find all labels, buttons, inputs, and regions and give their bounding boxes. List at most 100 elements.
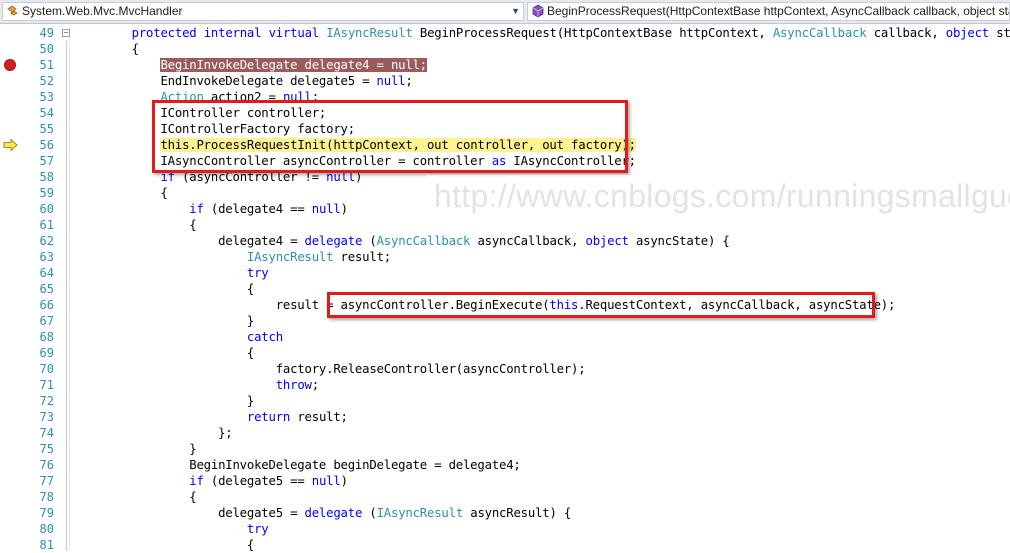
code-line[interactable]: 74 }; (0, 425, 1010, 441)
code-text: BeginInvokeDelegate delegate4 = null; (74, 57, 427, 73)
keyword-token: return (246, 410, 291, 424)
code-line[interactable]: 68 catch (0, 329, 1010, 345)
code-token: }; (74, 426, 233, 440)
keyword-token: null (376, 74, 406, 88)
code-line[interactable]: 50 { (0, 41, 1010, 57)
code-token: { (74, 218, 197, 232)
code-line[interactable]: 61 { (0, 217, 1010, 233)
code-line[interactable]: 51 BeginInvokeDelegate delegate4 = null; (0, 57, 1010, 73)
code-token: } (74, 394, 255, 408)
keyword-token: object (945, 26, 989, 40)
code-line[interactable]: 52 EndInvokeDelegate delegate5 = null; (0, 73, 1010, 89)
code-token: result; (333, 250, 392, 264)
line-number: 75 (39, 442, 54, 456)
line-number: 76 (39, 458, 54, 472)
code-line[interactable]: 79 delegate5 = delegate (IAsyncResult as… (0, 505, 1010, 521)
keyword-token: delegate (304, 234, 363, 248)
code-token: } (74, 314, 255, 328)
code-line[interactable]: 63 IAsyncResult result; (0, 249, 1010, 265)
line-number: 71 (39, 378, 54, 392)
class-dropdown[interactable]: System.Web.Mvc.MvcHandler ▼ (2, 2, 524, 21)
chevron-down-icon[interactable]: ▼ (511, 3, 520, 20)
code-token: (delegate5 == (203, 474, 312, 488)
keyword-token: virtual (268, 26, 320, 40)
line-number: 49 (39, 26, 54, 40)
code-text: delegate4 = delegate (AsyncCallback asyn… (74, 233, 730, 249)
line-number: 70 (39, 362, 54, 376)
code-line[interactable]: 49− protected internal virtual IAsyncRes… (0, 25, 1010, 41)
code-token: } (74, 442, 197, 456)
code-token: ; (311, 378, 319, 392)
code-line[interactable]: 62 delegate4 = delegate (AsyncCallback a… (0, 233, 1010, 249)
code-line[interactable]: 75 } (0, 441, 1010, 457)
line-number: 59 (39, 186, 54, 200)
line-number: 68 (39, 330, 54, 344)
line-number: 61 (39, 218, 54, 232)
code-text: } (74, 313, 254, 329)
code-token: ) (340, 202, 348, 216)
code-text: } (74, 393, 254, 409)
keyword-token: internal (203, 26, 262, 40)
code-line[interactable]: 78 { (0, 489, 1010, 505)
line-number: 77 (39, 474, 54, 488)
breakpoint-icon[interactable] (4, 59, 16, 71)
code-line[interactable]: 80 try (0, 521, 1010, 537)
code-text: { (74, 489, 196, 505)
code-line[interactable]: 72 } (0, 393, 1010, 409)
line-number: 53 (39, 90, 54, 104)
code-token: ) (340, 474, 348, 488)
navigation-bar: System.Web.Mvc.MvcHandler ▼ BeginProcess… (0, 0, 1010, 24)
code-line[interactable]: 69 { (0, 345, 1010, 361)
member-dropdown[interactable]: BeginProcessRequest(HttpContextBase http… (527, 2, 1010, 21)
code-text: { (74, 345, 254, 361)
code-text: catch (74, 329, 283, 345)
line-number: 74 (39, 426, 54, 440)
outline-guide (66, 41, 67, 551)
code-token: state) (996, 26, 1010, 40)
code-token: delegate5 = (74, 506, 305, 520)
keyword-token: if (189, 202, 204, 216)
code-text: }; (74, 425, 233, 441)
line-number: 67 (39, 314, 54, 328)
line-number: 63 (39, 250, 54, 264)
annotation-box-controller-init (152, 100, 628, 173)
keyword-token: protected (131, 26, 197, 40)
keyword-token: null (311, 202, 341, 216)
code-line[interactable]: 73 return result; (0, 409, 1010, 425)
type-token: IAsyncResult (246, 250, 334, 264)
code-line[interactable]: 70 factory.ReleaseController(asyncContro… (0, 361, 1010, 377)
code-token: asyncState) { (628, 234, 730, 248)
blog-watermark: http://www.cnblogs.com/runningsmallguo/ (426, 175, 1010, 217)
collapse-toggle-icon[interactable]: − (62, 29, 70, 37)
type-token: IAsyncResult (326, 26, 413, 40)
code-text: try (74, 521, 269, 537)
code-text: try (74, 265, 269, 281)
code-line[interactable]: 71 throw; (0, 377, 1010, 393)
code-line[interactable]: 77 if (delegate5 == null) (0, 473, 1010, 489)
method-icon (532, 4, 544, 18)
code-text: factory.ReleaseController(asyncControlle… (74, 361, 586, 377)
code-token: ( (362, 234, 377, 248)
code-token: { (74, 490, 197, 504)
code-text: EndInvokeDelegate delegate5 = null; (74, 73, 413, 89)
keyword-token: try (246, 266, 269, 280)
code-token: ; (405, 74, 413, 88)
line-number: 69 (39, 346, 54, 360)
code-line[interactable]: 76 BeginInvokeDelegate beginDelegate = d… (0, 457, 1010, 473)
code-token: BeginInvokeDelegate beginDelegate = dele… (74, 458, 521, 472)
line-number: 65 (39, 282, 54, 296)
code-line[interactable]: 64 try (0, 265, 1010, 281)
line-number: 51 (39, 58, 54, 72)
line-number: 64 (39, 266, 54, 280)
code-token: result; (290, 410, 348, 424)
